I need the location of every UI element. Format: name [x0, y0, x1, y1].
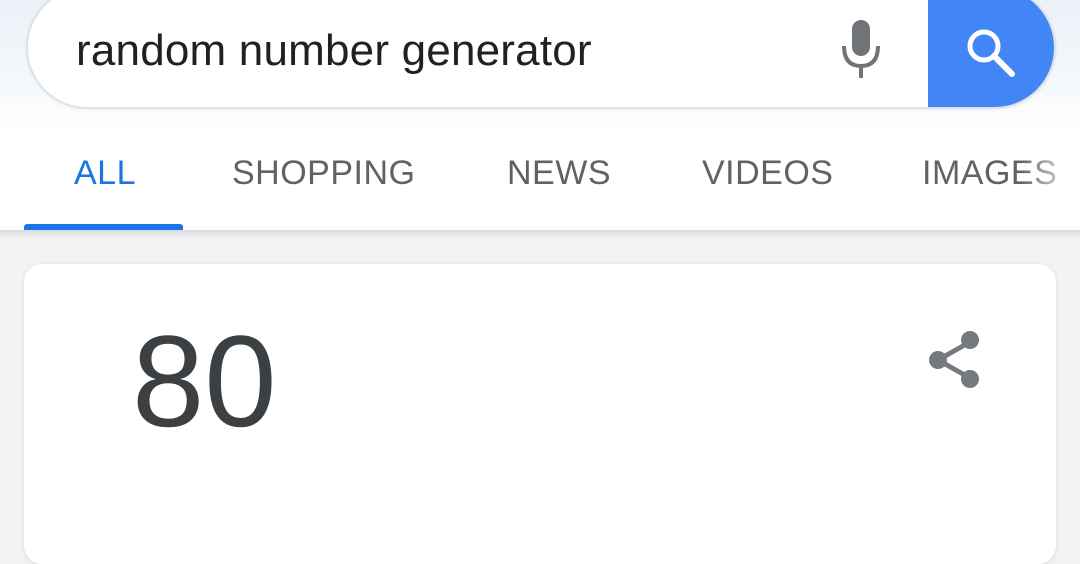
tabs-scroll-fade: [1020, 140, 1080, 228]
tab-shopping[interactable]: SHOPPING: [232, 154, 415, 193]
search-button[interactable]: [928, 0, 1054, 107]
search-box[interactable]: random number generator: [26, 0, 1056, 109]
magnifier-icon: [967, 29, 1015, 77]
search-input[interactable]: random number generator: [76, 26, 592, 76]
random-number-card: 80: [24, 264, 1056, 564]
generated-number: 80: [132, 308, 277, 454]
header-shadow: [0, 230, 1080, 238]
header-area: random number generator ALL SHOPPING NEW…: [0, 0, 1080, 230]
tab-videos[interactable]: VIDEOS: [702, 154, 833, 193]
microphone-icon[interactable]: [832, 14, 892, 84]
search-tabs: ALL SHOPPING NEWS VIDEOS IMAGES: [0, 140, 1080, 230]
tab-all[interactable]: ALL: [74, 154, 136, 193]
tab-news[interactable]: NEWS: [507, 154, 611, 193]
share-icon[interactable]: [924, 328, 988, 398]
